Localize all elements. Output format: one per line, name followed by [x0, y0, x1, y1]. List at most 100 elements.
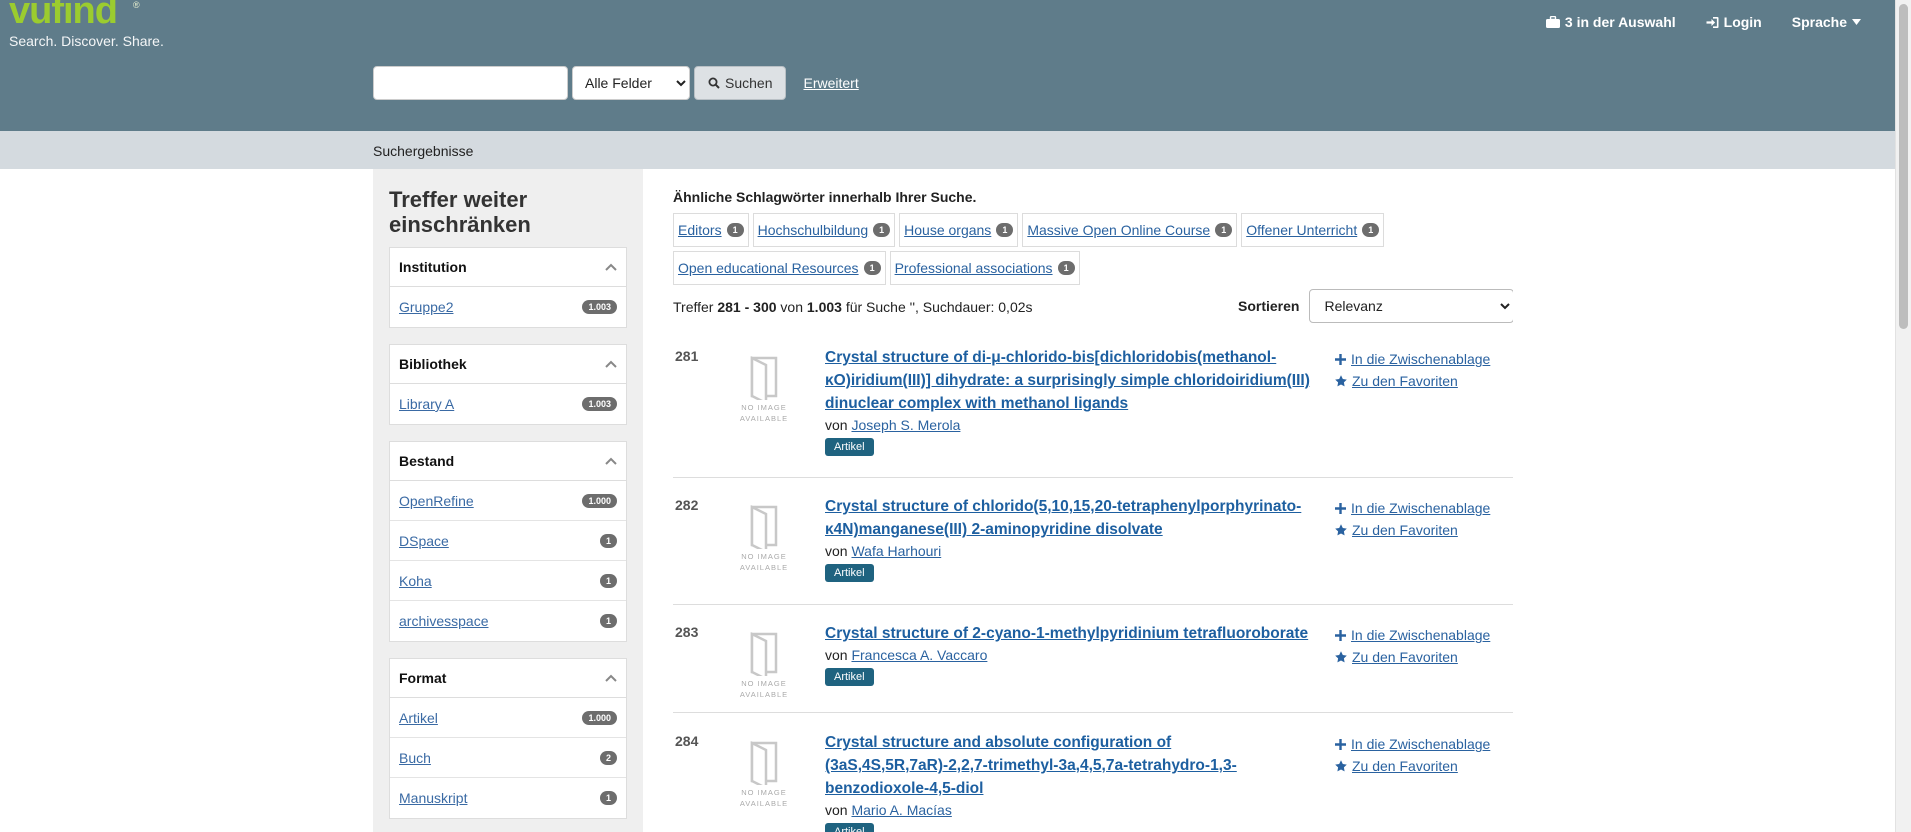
page-scrollbar[interactable]: [1895, 0, 1911, 832]
bookbag-link[interactable]: 3 in der Auswahl: [1545, 14, 1676, 30]
stats-range: 281 - 300: [717, 299, 777, 315]
add-to-cart-link[interactable]: In die Zwischenablage: [1351, 497, 1490, 519]
chevron-up-icon[interactable]: [605, 457, 617, 465]
similar-subject-tag[interactable]: Offener Unterricht 1: [1241, 213, 1385, 247]
login-link[interactable]: Login: [1706, 14, 1762, 30]
facet-item-link[interactable]: Buch: [399, 750, 431, 766]
author-link[interactable]: Mario A. Macías: [851, 802, 951, 818]
similar-subjects-title: Ähnliche Schlagwörter innerhalb Ihrer Su…: [673, 189, 977, 205]
chevron-up-icon[interactable]: [605, 263, 617, 271]
language-label: Sprache: [1791, 14, 1847, 30]
result-title-link[interactable]: Crystal structure of 2-cyano-1-methylpyr…: [825, 622, 1335, 645]
similar-subject-link[interactable]: House organs: [904, 222, 991, 238]
search-type-select[interactable]: Alle Felder: [572, 66, 690, 100]
facet-group: Institution Gruppe2 1.003: [389, 247, 627, 328]
result-title-link[interactable]: Crystal structure and absolute configura…: [825, 731, 1335, 800]
add-to-cart-link[interactable]: In die Zwischenablage: [1351, 624, 1490, 646]
facet-item[interactable]: archivesspace 1: [390, 601, 626, 641]
save-favorite-action[interactable]: Zu den Favoriten: [1335, 755, 1490, 777]
add-to-cart-action[interactable]: In die Zwischenablage: [1335, 497, 1490, 519]
similar-subject-tag[interactable]: Professional associations 1: [889, 251, 1080, 285]
similar-subject-tag[interactable]: Open educational Resources 1: [673, 251, 886, 285]
logo[interactable]: vufind ® Search. Discover. Share.: [9, 0, 164, 49]
similar-subject-tag[interactable]: House organs 1: [899, 213, 1019, 247]
add-to-cart-action[interactable]: In die Zwischenablage: [1335, 624, 1490, 646]
facet-item-link[interactable]: Library A: [399, 396, 454, 412]
save-favorite-link[interactable]: Zu den Favoriten: [1352, 646, 1458, 668]
facet-item[interactable]: Library A 1.003: [390, 384, 626, 424]
similar-subject-link[interactable]: Hochschulbildung: [758, 222, 869, 238]
add-to-cart-link[interactable]: In die Zwischenablage: [1351, 733, 1490, 755]
search-button[interactable]: Suchen: [694, 66, 787, 100]
similar-subject-link[interactable]: Editors: [678, 222, 722, 238]
facet-item[interactable]: Manuskript 1: [390, 778, 626, 818]
advanced-search-link[interactable]: Erweitert: [803, 75, 858, 91]
author-link[interactable]: Wafa Harhouri: [851, 543, 941, 559]
facet-item[interactable]: Koha 1: [390, 561, 626, 601]
facet-item[interactable]: Gruppe2 1.003: [390, 287, 626, 327]
save-favorite-action[interactable]: Zu den Favoriten: [1335, 519, 1490, 541]
chevron-up-icon[interactable]: [605, 674, 617, 682]
facet-item[interactable]: DSpace 1: [390, 521, 626, 561]
author-link[interactable]: Francesca A. Vaccaro: [851, 647, 987, 663]
add-to-cart-action[interactable]: In die Zwischenablage: [1335, 348, 1490, 370]
add-to-cart-link[interactable]: In die Zwischenablage: [1351, 348, 1490, 370]
similar-subject-link[interactable]: Open educational Resources: [678, 260, 859, 276]
similar-subject-link[interactable]: Offener Unterricht: [1246, 222, 1357, 238]
similar-subject-tag[interactable]: Editors 1: [673, 213, 749, 247]
logo-wordmark[interactable]: vufind: [9, 0, 164, 30]
facet-item-link[interactable]: DSpace: [399, 533, 449, 549]
star-icon: [1335, 651, 1347, 663]
facet-item[interactable]: Artikel 1.000: [390, 698, 626, 738]
result-title-link[interactable]: Crystal structure of chlorido(5,10,15,20…: [825, 495, 1335, 541]
facet-list: Institution Gruppe2 1.003 Bibliothek Library…: [389, 247, 627, 819]
similar-subject-link[interactable]: Massive Open Online Course: [1027, 222, 1210, 238]
no-image-line: AVAILABLE: [739, 799, 789, 808]
sort-select[interactable]: Relevanz: [1309, 289, 1513, 323]
format-badge: Artikel: [825, 438, 874, 456]
facet-item-link[interactable]: Koha: [399, 573, 432, 589]
scrollbar-thumb[interactable]: [1899, 4, 1908, 329]
save-favorite-action[interactable]: Zu den Favoriten: [1335, 370, 1490, 392]
result-separator: [673, 477, 1513, 478]
facet-header[interactable]: Institution: [390, 248, 626, 287]
similar-subject-tag[interactable]: Massive Open Online Course 1: [1022, 213, 1238, 247]
facet-item-link[interactable]: archivesspace: [399, 613, 489, 629]
facet-header[interactable]: Bestand: [390, 442, 626, 481]
facet-title: Institution: [399, 259, 467, 275]
save-favorite-link[interactable]: Zu den Favoriten: [1352, 370, 1458, 392]
facet-item-link[interactable]: OpenRefine: [399, 493, 474, 509]
chevron-up-icon[interactable]: [605, 360, 617, 368]
similar-subject-link[interactable]: Professional associations: [895, 260, 1053, 276]
similar-subject-tag[interactable]: Hochschulbildung 1: [752, 213, 896, 247]
facet-item[interactable]: Buch 2: [390, 738, 626, 778]
result-separator: [673, 712, 1513, 713]
author-link[interactable]: Joseph S. Merola: [851, 417, 960, 433]
similar-subject-count: 1: [1215, 223, 1233, 237]
facet-header[interactable]: Format: [390, 659, 626, 698]
facet-title: Bestand: [399, 453, 455, 469]
facet-item-link[interactable]: Gruppe2: [399, 299, 453, 315]
result-number: 283: [675, 624, 699, 640]
facet-item[interactable]: OpenRefine 1.000: [390, 481, 626, 521]
no-cover-icon: [750, 504, 778, 555]
plus-icon: [1335, 629, 1346, 641]
plus-icon: [1335, 353, 1346, 365]
facet-item-count: 1.000: [582, 710, 617, 725]
author-prefix: von: [825, 647, 848, 663]
facet-item-link[interactable]: Manuskript: [399, 790, 467, 806]
facet-header[interactable]: Bibliothek: [390, 345, 626, 384]
result-actions: In die Zwischenablage Zu den Favoriten: [1335, 733, 1490, 777]
results-main: Ähnliche Schlagwörter innerhalb Ihrer Su…: [673, 169, 1513, 832]
language-dropdown[interactable]: Sprache: [1792, 14, 1861, 30]
star-icon: [1335, 375, 1347, 387]
search-stats: Treffer 281 - 300 von 1.003 für Suche ''…: [673, 299, 1033, 315]
result-title-link[interactable]: Crystal structure of di-μ-chlorido-bis[d…: [825, 346, 1335, 415]
facet-item-link[interactable]: Artikel: [399, 710, 438, 726]
save-favorite-action[interactable]: Zu den Favoriten: [1335, 646, 1490, 668]
save-favorite-link[interactable]: Zu den Favoriten: [1352, 519, 1458, 541]
no-image-line: AVAILABLE: [739, 414, 789, 423]
save-favorite-link[interactable]: Zu den Favoriten: [1352, 755, 1458, 777]
search-input[interactable]: [373, 66, 568, 100]
add-to-cart-action[interactable]: In die Zwischenablage: [1335, 733, 1490, 755]
